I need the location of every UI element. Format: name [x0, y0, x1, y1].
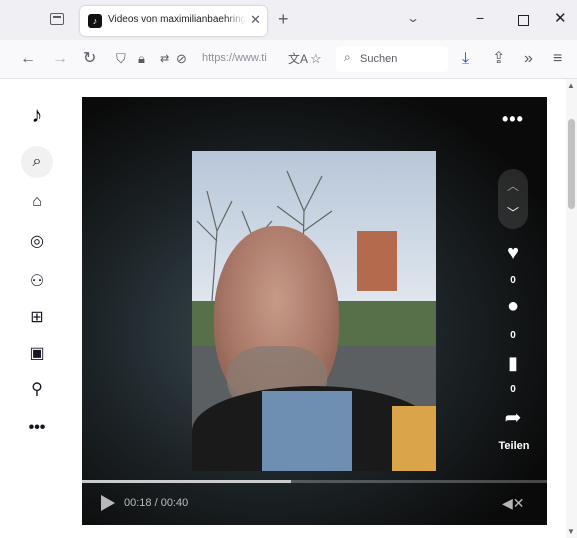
like-count: 0 — [510, 275, 516, 286]
share-arrow-icon[interactable]: ➦ — [500, 407, 526, 429]
play-icon[interactable] — [101, 495, 115, 511]
search-box[interactable]: ⌕ Suchen — [336, 46, 448, 72]
tab-close-icon[interactable]: ✕ — [250, 12, 261, 28]
window-close-button[interactable]: ✕ — [554, 9, 567, 27]
browser-tab[interactable]: ♪ Videos von maximilianbaehring ✕ — [80, 6, 267, 36]
progress-bar[interactable] — [82, 480, 547, 483]
scroll-thumb[interactable] — [568, 119, 575, 209]
heart-icon[interactable]: ♥ — [500, 242, 526, 264]
mute-icon[interactable]: ◀✕ — [502, 495, 525, 512]
explore-icon[interactable]: ◎ — [24, 229, 50, 255]
progress-fill — [82, 480, 292, 483]
downloads-icon[interactable]: ⤓ — [462, 49, 469, 69]
reload-button[interactable]: ↻ — [83, 49, 96, 69]
person-shirt — [262, 391, 352, 471]
video-player[interactable]: ••• ︿ ﹀ ♥ 0 ● 0 ▮ 0 ➦ Teilen 00:18 / 00:… — [82, 97, 547, 525]
navigation-bar: ← → ↻ ⛉ 🔒︎ ⇄ ⊘ https://www.ti 文A ☆ ⌕ Suc… — [0, 40, 577, 79]
search-placeholder[interactable]: Suchen — [360, 53, 397, 65]
profile-icon[interactable]: ⚲ — [24, 377, 50, 403]
video-frame[interactable] — [192, 151, 436, 471]
minimize-button[interactable]: − — [476, 10, 484, 26]
following-icon[interactable]: ⚇ — [24, 269, 50, 295]
building — [357, 231, 397, 291]
translate-icon[interactable]: 文A — [288, 50, 308, 68]
safety-vest — [392, 406, 436, 471]
page-scrollbar[interactable]: ▲ ▼ — [566, 79, 577, 538]
lock-icon[interactable]: 🔒︎ — [138, 50, 145, 68]
maximize-button[interactable] — [518, 15, 529, 26]
bookmark-icon[interactable]: ▮ — [500, 352, 526, 374]
scroll-down-icon[interactable]: ▼ — [567, 527, 575, 536]
save-count: 0 — [510, 384, 516, 395]
tab-bar: ♪ Videos von maximilianbaehring ✕ + ⌄ − … — [0, 0, 577, 40]
share-label[interactable]: Teilen — [490, 440, 538, 452]
time-display: 00:18 / 00:40 — [124, 497, 189, 509]
permissions-icon[interactable]: ⇄ — [160, 50, 169, 68]
previous-video-icon[interactable]: ︿ — [507, 177, 519, 194]
address-bar[interactable]: ⛉ 🔒︎ ⇄ ⊘ https://www.ti 文A ☆ — [108, 46, 330, 72]
more-options-icon[interactable]: ••• — [502, 109, 524, 130]
overflow-chevron-icon[interactable]: » — [524, 49, 533, 69]
search-icon: ⌕ — [344, 50, 351, 64]
url-text[interactable]: https://www.ti — [202, 52, 284, 64]
back-button[interactable]: ← — [20, 49, 36, 69]
bookmark-star-icon[interactable]: ☆ — [310, 50, 322, 68]
more-icon[interactable]: ••• — [24, 415, 50, 441]
new-tab-button[interactable]: + — [278, 9, 289, 29]
next-video-icon[interactable]: ﹀ — [507, 204, 519, 221]
home-icon[interactable]: ⌂ — [24, 189, 50, 215]
shield-icon[interactable]: ⛉ — [116, 50, 126, 68]
video-nav-pill: ︿ ﹀ — [498, 169, 528, 229]
comment-count: 0 — [510, 330, 516, 341]
upload-icon[interactable]: ⊞ — [24, 305, 50, 331]
share-page-icon[interactable]: ⇪ — [492, 49, 505, 69]
menu-icon[interactable]: ≡ — [553, 49, 562, 69]
tiktok-favicon-icon: ♪ — [88, 14, 102, 28]
live-icon[interactable]: ▣ — [24, 341, 50, 367]
chevron-down-icon[interactable]: ⌄ — [406, 11, 420, 25]
comment-icon[interactable]: ● — [500, 295, 526, 317]
tab-list-icon[interactable] — [50, 13, 64, 25]
forward-button[interactable]: → — [52, 49, 68, 69]
tiktok-logo-icon[interactable]: ♪ — [24, 102, 50, 128]
tab-title: Videos von maximilianbaehring — [108, 14, 246, 29]
search-icon[interactable]: ⌕ — [24, 149, 50, 175]
tracking-blocked-icon[interactable]: ⊘ — [176, 50, 187, 68]
scroll-up-icon[interactable]: ▲ — [567, 81, 575, 90]
